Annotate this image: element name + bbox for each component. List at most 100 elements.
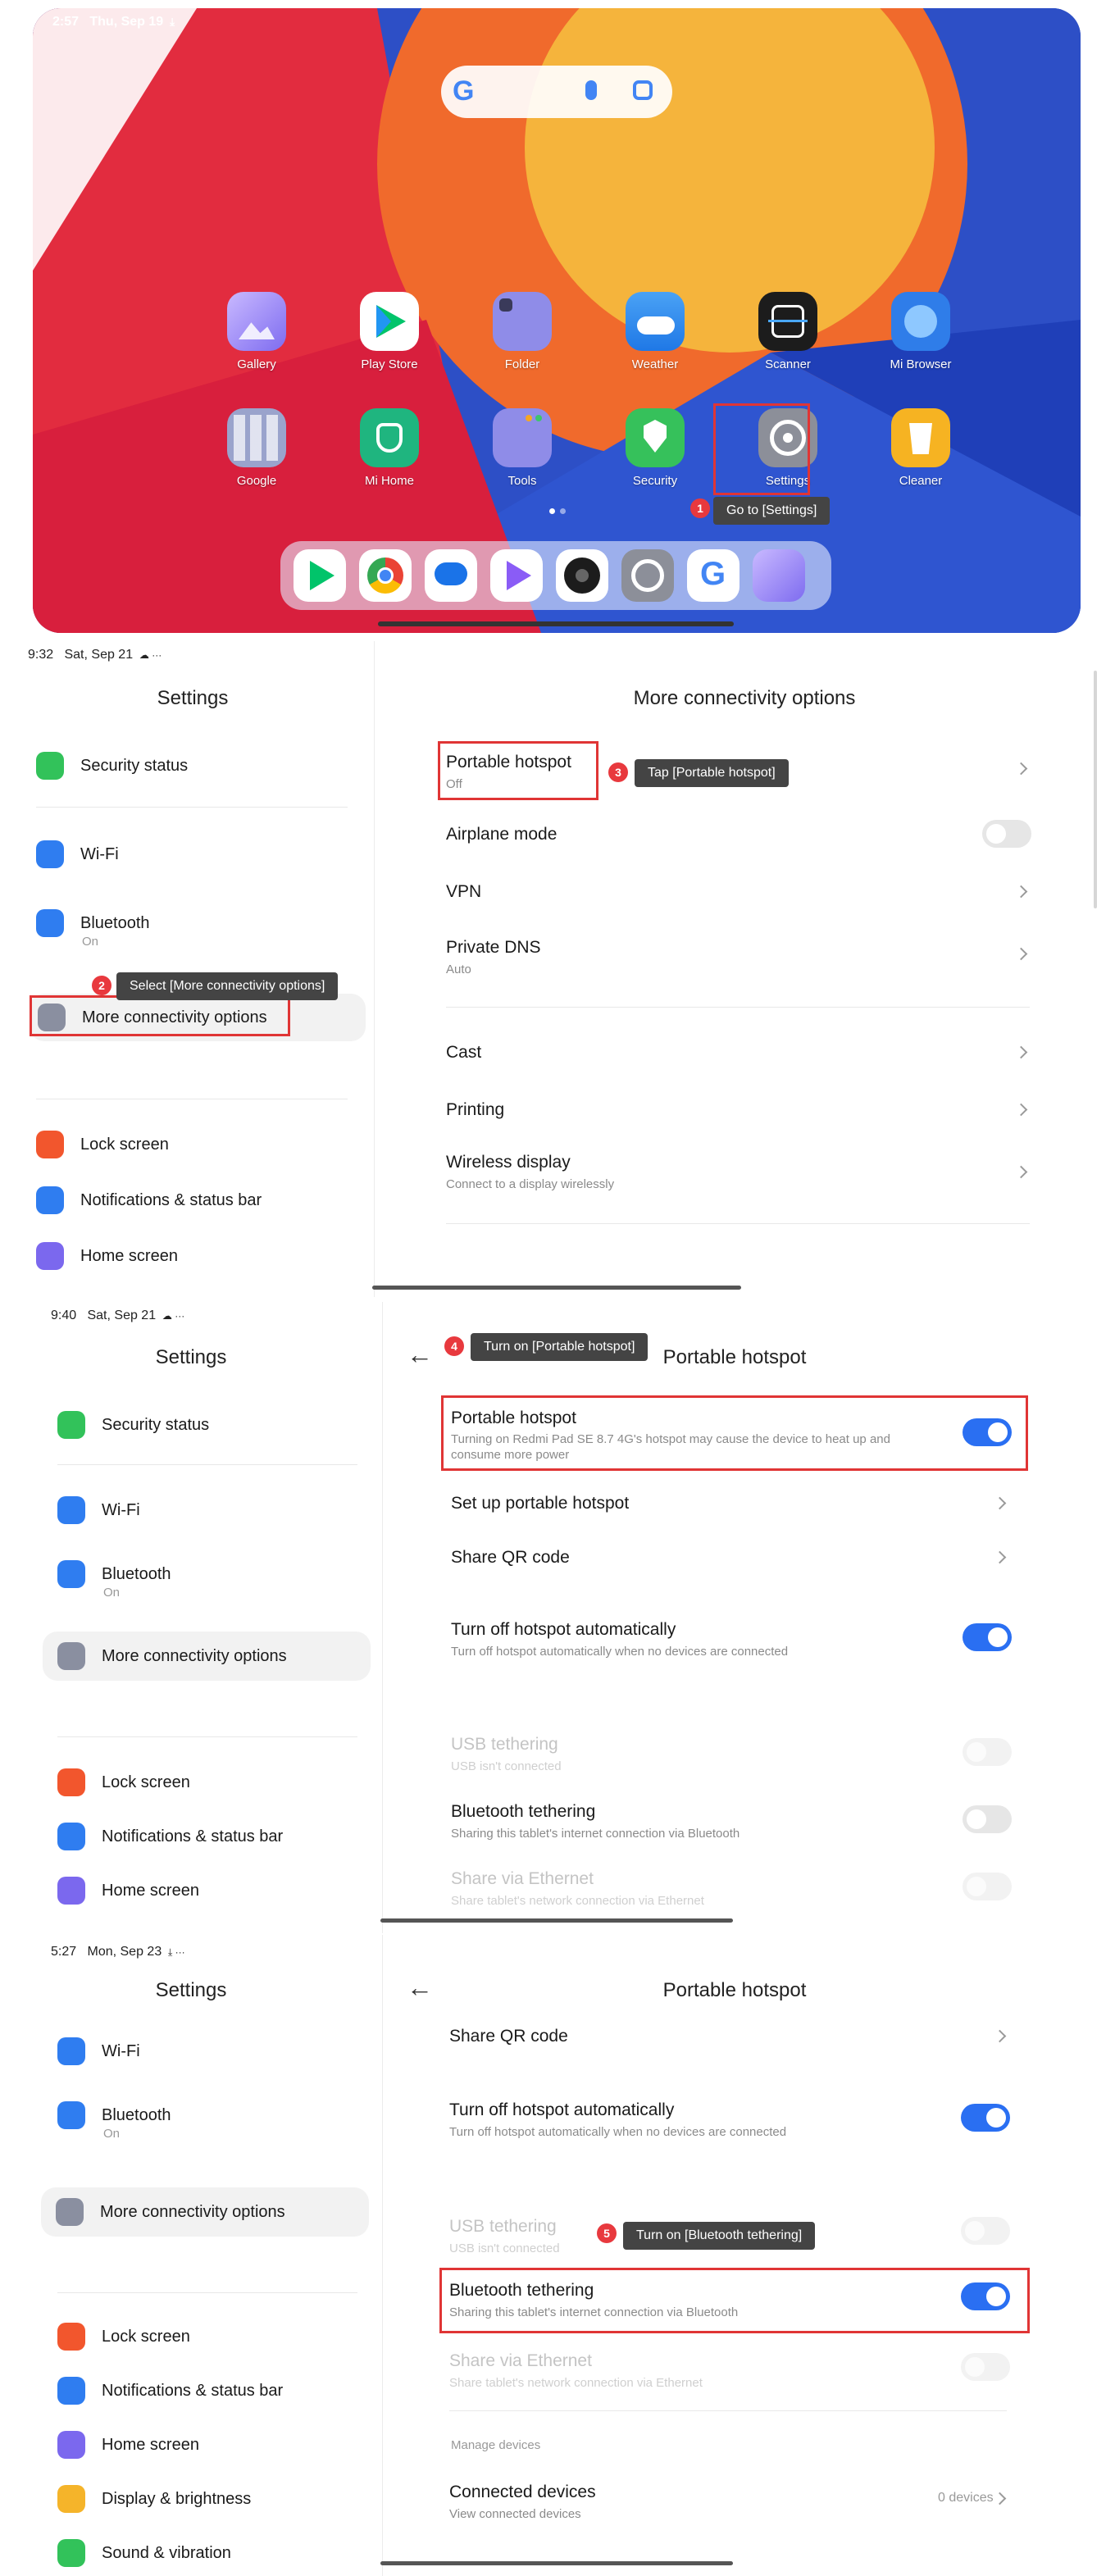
- bluetooth-icon: [36, 909, 64, 937]
- bluetooth-tethering-toggle[interactable]: [963, 1805, 1012, 1833]
- home-gesture-bar[interactable]: [378, 621, 734, 626]
- highlight-portable-hotspot: [441, 1395, 1028, 1471]
- sidebar-item-bluetooth[interactable]: Bluetooth On: [57, 2092, 171, 2141]
- home-gesture-bar[interactable]: [380, 1918, 733, 1923]
- app-label: Tools: [507, 474, 537, 488]
- sidebar-item-security-status[interactable]: Security status: [36, 743, 188, 789]
- step-tooltip: Tap [Portable hotspot]: [635, 759, 789, 787]
- settings-portable-hotspot: 9:40 Sat, Sep 21 ☁ ··· Settings ← Portab…: [0, 1302, 1115, 1933]
- home-gesture-bar[interactable]: [372, 1286, 741, 1290]
- home-gesture-bar[interactable]: [380, 2561, 733, 2565]
- option-label: VPN: [446, 882, 482, 901]
- sidebar-item-wifi[interactable]: Wi-Fi: [57, 2028, 140, 2074]
- option-share-ethernet: Share via Ethernet Share tablet's networ…: [449, 2351, 703, 2390]
- sidebar-item-home-screen[interactable]: Home screen: [57, 1868, 199, 1914]
- google-icon[interactable]: G: [687, 549, 740, 602]
- sidebar-item-sound[interactable]: Sound & vibration: [57, 2530, 231, 2576]
- app-gallery[interactable]: Gallery: [203, 292, 310, 371]
- option-label: Connected devices: [449, 2483, 596, 2501]
- app-label: Weather: [631, 357, 679, 371]
- sidebar-item-wifi[interactable]: Wi-Fi: [57, 1487, 140, 1533]
- option-label: Set up portable hotspot: [451, 1494, 630, 1513]
- sidebar-item-home-screen[interactable]: Home screen: [36, 1233, 178, 1279]
- chevron-right-icon: [993, 1550, 1007, 1564]
- sidebar-item-lock-screen[interactable]: Lock screen: [36, 1122, 169, 1167]
- highlight-more-connectivity: [30, 995, 290, 1036]
- lens-icon[interactable]: [633, 80, 653, 100]
- sidebar-item-label: Lock screen: [102, 2327, 190, 2346]
- sidebar-item-label: Security status: [80, 756, 189, 775]
- sidebar-item-wifi[interactable]: Wi-Fi: [36, 831, 119, 877]
- gallery-icon[interactable]: [753, 549, 805, 602]
- option-auto-off[interactable]: Turn off hotspot automatically Turn off …: [449, 2100, 786, 2139]
- sidebar-item-notifications[interactable]: Notifications & status bar: [36, 1177, 262, 1223]
- option-label: Turn off hotspot automatically: [449, 2100, 675, 2119]
- sidebar-item-security-status[interactable]: Security status: [57, 1402, 209, 1448]
- play-games-icon[interactable]: [490, 549, 543, 602]
- status-date: Sat, Sep 21: [64, 648, 134, 662]
- app-folder[interactable]: Folder: [469, 292, 576, 371]
- mic-icon[interactable]: [585, 80, 597, 100]
- chrome-icon[interactable]: [359, 549, 412, 602]
- step-badge: 3: [608, 762, 628, 782]
- option-printing[interactable]: Printing: [446, 1100, 504, 1120]
- option-share-qr[interactable]: Share QR code: [451, 1548, 570, 1568]
- app-mi-home[interactable]: Mi Home: [336, 408, 443, 488]
- app-play-store[interactable]: Play Store: [336, 292, 443, 371]
- app-cleaner[interactable]: Cleaner: [867, 408, 974, 488]
- messages-icon[interactable]: [425, 549, 477, 602]
- home-icon: [57, 1877, 85, 1905]
- app-tools[interactable]: Tools: [469, 408, 576, 488]
- usb-tethering-toggle: [963, 1738, 1012, 1766]
- option-wireless-display[interactable]: Wireless display Connect to a display wi…: [446, 1153, 614, 1191]
- app-google-folder[interactable]: Google: [203, 408, 310, 488]
- highlight-portable-hotspot: [438, 741, 598, 800]
- sidebar-item-label: Bluetooth: [102, 1564, 171, 1583]
- settings-icon[interactable]: [621, 549, 674, 602]
- option-sub: Sharing this tablet's internet connectio…: [451, 1827, 740, 1841]
- link-icon: [57, 1642, 85, 1670]
- home-icon: [57, 2431, 85, 2459]
- camera-icon[interactable]: [556, 549, 608, 602]
- scanner-icon: [758, 292, 817, 351]
- sidebar-item-home-screen[interactable]: Home screen: [57, 2422, 199, 2468]
- auto-off-toggle[interactable]: [963, 1623, 1012, 1651]
- play-store-icon[interactable]: [294, 549, 346, 602]
- sidebar-item-bluetooth[interactable]: Bluetooth On: [36, 900, 150, 949]
- option-vpn[interactable]: VPN: [446, 882, 481, 902]
- sidebar-item-bluetooth[interactable]: Bluetooth On: [57, 1551, 171, 1600]
- option-cast[interactable]: Cast: [446, 1043, 481, 1063]
- sidebar-item-more-connectivity[interactable]: More connectivity options: [57, 1633, 287, 1679]
- browser-icon: [891, 292, 950, 351]
- sidebar-item-notifications[interactable]: Notifications & status bar: [57, 1814, 283, 1859]
- google-search-bar[interactable]: G: [441, 66, 672, 118]
- option-label: Bluetooth tethering: [451, 1802, 596, 1821]
- sidebar-item-lock-screen[interactable]: Lock screen: [57, 2314, 190, 2360]
- sidebar-item-label: Lock screen: [80, 1135, 169, 1154]
- option-sub: USB isn't connected: [449, 2241, 560, 2255]
- option-auto-off[interactable]: Turn off hotspot automatically Turn off …: [451, 1620, 788, 1659]
- option-airplane-mode[interactable]: Airplane mode: [446, 825, 557, 844]
- wifi-icon: [57, 1496, 85, 1524]
- sidebar-item-notifications[interactable]: Notifications & status bar: [57, 2368, 283, 2414]
- sidebar-item-lock-screen[interactable]: Lock screen: [57, 1759, 190, 1805]
- option-private-dns[interactable]: Private DNS Auto: [446, 938, 541, 976]
- sidebar-item-label: Lock screen: [102, 1773, 190, 1791]
- divider: [57, 1464, 357, 1465]
- app-label: Gallery: [237, 357, 276, 371]
- auto-off-toggle[interactable]: [961, 2104, 1010, 2132]
- option-share-qr[interactable]: Share QR code: [449, 2027, 568, 2046]
- app-mi-browser[interactable]: Mi Browser: [867, 292, 974, 371]
- airplane-mode-toggle[interactable]: [982, 820, 1031, 848]
- app-security[interactable]: Security: [602, 408, 708, 488]
- option-bluetooth-tethering[interactable]: Bluetooth tethering Sharing this tablet'…: [451, 1802, 740, 1841]
- option-connected-devices[interactable]: Connected devices View connected devices: [449, 2483, 596, 2521]
- chevron-right-icon: [1014, 762, 1028, 776]
- sidebar-item-display[interactable]: Display & brightness: [57, 2476, 251, 2522]
- sidebar-item-more-connectivity[interactable]: More connectivity options: [56, 2189, 285, 2235]
- app-scanner[interactable]: Scanner: [735, 292, 841, 371]
- app-weather[interactable]: Weather: [602, 292, 708, 371]
- scrollbar[interactable]: [1094, 671, 1097, 908]
- option-set-up-hotspot[interactable]: Set up portable hotspot: [451, 1494, 629, 1513]
- dock: G: [280, 541, 831, 610]
